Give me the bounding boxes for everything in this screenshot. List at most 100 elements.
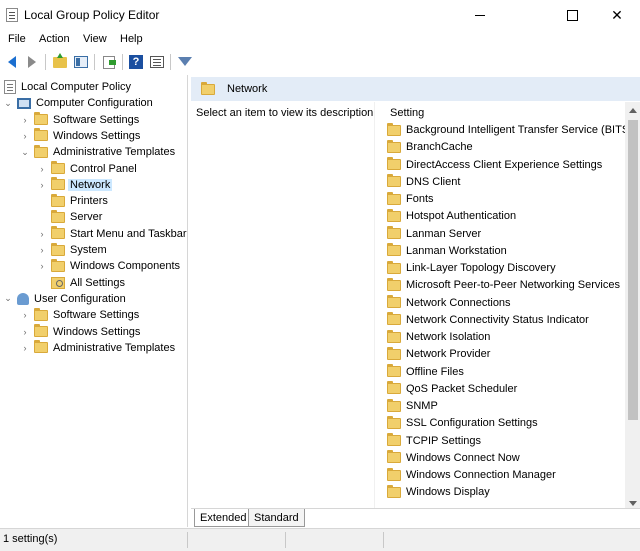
tab-standard[interactable]: Standard [248,509,305,527]
list-item-label: Fonts [406,193,434,205]
tree-item[interactable]: › Software Settings [20,112,139,128]
tree-item[interactable]: Printers [37,193,108,209]
tree-item[interactable]: › Start Menu and Taskbar [37,226,187,242]
maximize-button[interactable] [549,0,595,30]
list-item[interactable]: BranchCache [387,139,473,155]
list-item[interactable]: SNMP [387,398,438,414]
expand-chevron-icon[interactable]: › [37,164,47,174]
tree-item-label: User Configuration [34,292,126,305]
list-item[interactable]: Network Provider [387,346,490,362]
back-button[interactable] [3,53,21,71]
up-one-level-button[interactable] [51,52,69,71]
list-item[interactable]: Network Connectivity Status Indicator [387,312,589,328]
minimize-button[interactable] [457,0,503,30]
title-bar: Local Group Policy Editor ✕ [0,0,640,30]
list-item[interactable]: Windows Display [387,484,490,500]
expand-chevron-icon[interactable]: › [20,327,30,337]
vertical-scrollbar[interactable] [625,102,640,512]
column-header-setting[interactable]: Setting [390,107,424,119]
expand-chevron-icon[interactable]: › [20,310,30,320]
tree-item[interactable]: › Windows Components [37,258,180,274]
settings-list: Setting Background Intelligent Transfer … [374,102,640,512]
list-item[interactable]: Background Intelligent Transfer Service … [387,122,633,138]
list-item[interactable]: Link-Layer Topology Discovery [387,260,556,276]
properties-button[interactable] [148,53,166,71]
tree-item[interactable]: All Settings [37,275,125,291]
show-hide-console-tree-button[interactable] [72,53,90,71]
scroll-thumb[interactable] [628,120,638,420]
tree-item[interactable]: › Windows Settings [20,324,140,340]
expand-chevron-icon[interactable]: › [37,180,47,190]
help-button[interactable]: ? [127,53,145,71]
list-item[interactable]: Lanman Workstation [387,243,507,259]
forward-arrow-icon [28,56,36,68]
list-item[interactable]: Network Connections [387,295,511,311]
back-arrow-icon [8,56,16,68]
folder-icon [34,112,48,126]
menu-help[interactable]: Help [120,33,143,45]
tree-item[interactable]: › Control Panel [37,161,137,177]
list-item-label: Offline Files [406,365,464,378]
window-title: Local Group Policy Editor [24,8,160,22]
tree-item[interactable]: Server [37,209,102,225]
folder-icon [387,312,401,326]
scroll-down-icon[interactable] [629,501,637,506]
close-icon: ✕ [611,6,623,23]
list-item[interactable]: DirectAccess Client Experience Settings [387,157,602,173]
tree-item[interactable]: ⌄ Computer Configuration [3,95,153,111]
tree-item[interactable]: ⌄ User Configuration [3,291,126,307]
tab-extended[interactable]: Extended [194,509,253,527]
details-header: Network [191,77,640,101]
list-item-label: DirectAccess Client Experience Settings [406,158,603,171]
expand-chevron-icon[interactable]: › [37,261,47,271]
folder-icon [51,193,65,207]
tree-item[interactable]: ⌄ Administrative Templates [20,144,175,160]
folder-icon [387,415,401,429]
list-item[interactable]: Lanman Server [387,226,481,242]
tree-item-label: Computer Configuration [36,97,153,110]
forward-button[interactable] [23,53,41,71]
export-list-button[interactable] [100,53,118,71]
list-item-label: SSL Configuration Settings [406,417,538,430]
list-item-label: Lanman Server [406,227,482,240]
tree-item[interactable]: › Network [37,177,113,193]
expand-chevron-icon[interactable]: › [37,245,47,255]
scroll-up-icon[interactable] [629,108,637,113]
list-item[interactable]: Network Isolation [387,329,490,345]
list-item[interactable]: Microsoft Peer-to-Peer Networking Servic… [387,277,620,293]
minimize-icon [475,14,485,16]
tree-item[interactable]: › System [37,242,107,258]
list-item[interactable]: Windows Connection Manager [387,467,556,483]
close-button[interactable]: ✕ [594,0,640,30]
list-item[interactable]: DNS Client [387,174,460,190]
tree-item[interactable]: › Software Settings [20,307,139,323]
toolbar-separator [170,54,171,70]
tree-item[interactable]: › Windows Settings [20,128,140,144]
list-item-label: Link-Layer Topology Discovery [406,262,556,274]
status-separator [285,532,286,548]
list-item[interactable]: QoS Packet Scheduler [387,381,517,397]
menu-action[interactable]: Action [39,33,70,45]
status-separator [383,532,384,548]
filter-button[interactable] [176,53,194,71]
list-item[interactable]: Fonts [387,191,434,207]
expand-chevron-icon[interactable]: › [20,131,30,141]
menu-file[interactable]: File [8,33,26,45]
list-item[interactable]: Offline Files [387,364,464,380]
list-item-label: Network Isolation [406,331,491,343]
collapse-chevron-icon[interactable]: ⌄ [3,98,13,109]
tree-item[interactable]: › Administrative Templates [20,340,175,356]
collapse-chevron-icon[interactable]: ⌄ [20,147,30,158]
list-item[interactable]: Hotspot Authentication [387,208,516,224]
expand-chevron-icon[interactable]: › [37,229,47,239]
menu-view[interactable]: View [83,33,107,45]
expand-chevron-icon[interactable]: › [20,115,30,125]
expand-chevron-icon[interactable]: › [20,343,30,353]
list-item[interactable]: TCPIP Settings [387,433,481,449]
tree-item[interactable]: Local Computer Policy [4,79,131,95]
collapse-chevron-icon[interactable]: ⌄ [3,293,13,304]
list-item-label: Windows Display [406,486,490,499]
list-item[interactable]: SSL Configuration Settings [387,415,538,431]
folder-icon [34,128,48,142]
list-item[interactable]: Windows Connect Now [387,450,520,466]
